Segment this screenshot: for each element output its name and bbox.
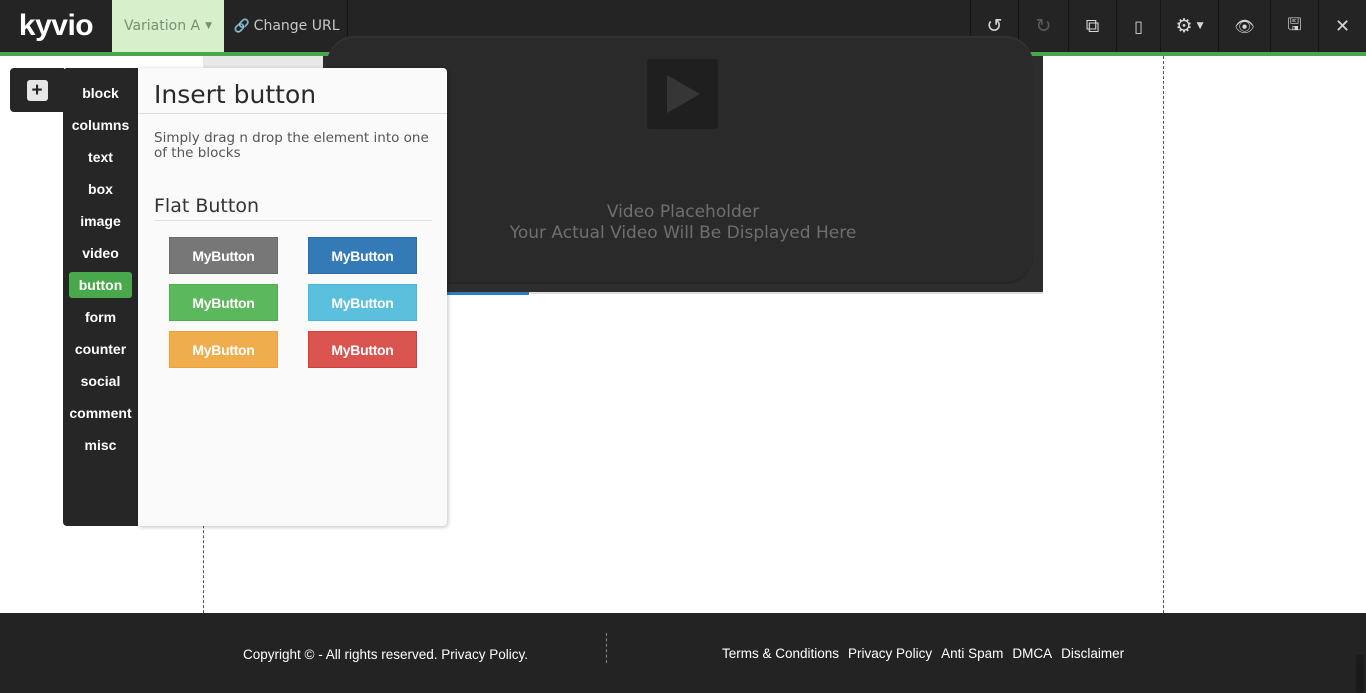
category-label: text bbox=[88, 149, 113, 165]
flat-button-primary[interactable]: MyButton bbox=[308, 237, 417, 274]
caret-down-icon: ▼ bbox=[205, 21, 213, 31]
button-label: MyButton bbox=[192, 341, 255, 358]
category-label: image bbox=[80, 213, 121, 229]
footer-link-privacy[interactable]: Privacy Policy bbox=[848, 646, 932, 661]
kyvio-logo[interactable]: kyvio bbox=[0, 0, 112, 52]
variation-dropdown[interactable]: Variation A ▼ bbox=[112, 0, 224, 52]
flat-button-default[interactable]: MyButton bbox=[169, 237, 278, 274]
category-box[interactable]: box bbox=[69, 176, 132, 202]
category-label: social bbox=[80, 373, 121, 389]
panel-description: Simply drag n drop the element into one … bbox=[154, 130, 429, 161]
category-label: video bbox=[82, 245, 119, 261]
close-icon: ✕ bbox=[1334, 15, 1351, 37]
settings-dropdown[interactable]: ⚙ ▼ bbox=[1160, 0, 1218, 52]
panel-subtitle: Flat Button bbox=[154, 195, 259, 217]
mobile-view-button[interactable]: ▯ bbox=[1116, 0, 1160, 52]
gear-icon: ⚙ bbox=[1175, 15, 1193, 37]
footer-divider bbox=[606, 633, 607, 663]
play-icon bbox=[647, 59, 718, 129]
category-comment[interactable]: comment bbox=[69, 400, 132, 426]
insert-button-panel: Insert button Simply drag n drop the ele… bbox=[138, 68, 447, 526]
block-strip bbox=[203, 56, 323, 68]
change-url-label: Change URL bbox=[253, 18, 340, 34]
category-counter[interactable]: counter bbox=[69, 336, 132, 362]
flat-button-danger[interactable]: MyButton bbox=[308, 331, 417, 368]
button-label: MyButton bbox=[331, 341, 394, 358]
close-editor-button[interactable]: ✕ bbox=[1318, 0, 1366, 52]
category-text[interactable]: text bbox=[69, 144, 132, 170]
scrollbar-thumb[interactable] bbox=[1356, 655, 1364, 693]
preview-button[interactable]: 👁 bbox=[1218, 0, 1270, 52]
panel-divider bbox=[138, 113, 447, 114]
category-label: form bbox=[84, 309, 117, 325]
plus-square-icon: + bbox=[26, 79, 48, 101]
category-form[interactable]: form bbox=[69, 304, 132, 330]
category-block[interactable]: block bbox=[69, 80, 132, 106]
video-progress-bar bbox=[447, 292, 529, 295]
panel-title: Insert button bbox=[154, 80, 317, 109]
button-label: MyButton bbox=[192, 294, 255, 311]
category-label: block bbox=[82, 85, 119, 101]
category-columns[interactable]: columns bbox=[69, 112, 132, 138]
category-button[interactable]: button bbox=[69, 272, 132, 298]
save-icon: 🖫 bbox=[1287, 14, 1302, 35]
panel-subdivider bbox=[154, 220, 432, 221]
flat-button-info[interactable]: MyButton bbox=[308, 284, 417, 321]
category-label: comment bbox=[69, 405, 132, 421]
category-label: box bbox=[88, 181, 113, 197]
category-label: button bbox=[78, 277, 123, 293]
category-image[interactable]: image bbox=[69, 208, 132, 234]
button-label: MyButton bbox=[192, 247, 255, 264]
redo-icon: ↻ bbox=[1035, 15, 1052, 37]
mobile-icon: ▯ bbox=[1134, 16, 1143, 36]
caret-down-icon: ▼ bbox=[1196, 21, 1204, 31]
footer-link-antispam[interactable]: Anti Spam bbox=[941, 646, 1003, 661]
change-url-button[interactable]: 🔗 Change URL bbox=[226, 0, 348, 52]
eye-icon: 👁 bbox=[1234, 16, 1255, 36]
link-icon: 🔗 bbox=[233, 18, 250, 34]
footer-link-dmca[interactable]: DMCA bbox=[1012, 646, 1052, 661]
button-label: MyButton bbox=[331, 247, 394, 264]
category-label: counter bbox=[74, 341, 127, 357]
logo-text: kyvio bbox=[18, 9, 94, 42]
category-social[interactable]: social bbox=[69, 368, 132, 394]
duplicate-icon: ⧉ bbox=[1085, 15, 1100, 37]
category-label: columns bbox=[71, 117, 130, 133]
page-footer: Copyright © - All rights reserved. Priva… bbox=[0, 613, 1366, 693]
flat-button-warning[interactable]: MyButton bbox=[169, 331, 278, 368]
footer-links: Terms & Conditions Privacy Policy Anti S… bbox=[722, 646, 1124, 661]
footer-link-disclaimer[interactable]: Disclaimer bbox=[1061, 646, 1124, 661]
save-button[interactable]: 🖫 bbox=[1270, 0, 1318, 52]
footer-copyright: Copyright © - All rights reserved. Priva… bbox=[243, 647, 529, 662]
undo-icon: ↺ bbox=[986, 15, 1003, 37]
element-category-sidebar: block columns text box image video butto… bbox=[63, 68, 138, 526]
button-label: MyButton bbox=[331, 294, 394, 311]
add-element-toggle[interactable]: + bbox=[10, 68, 64, 112]
category-label: misc bbox=[84, 437, 117, 453]
footer-link-terms[interactable]: Terms & Conditions bbox=[722, 646, 839, 661]
duplicate-button[interactable]: ⧉ bbox=[1068, 0, 1116, 52]
content-guide-right bbox=[1163, 56, 1164, 693]
variation-label: Variation A bbox=[123, 18, 201, 34]
flat-button-success[interactable]: MyButton bbox=[169, 284, 278, 321]
video-bottom-rule bbox=[529, 292, 1043, 294]
category-misc[interactable]: misc bbox=[69, 432, 132, 458]
category-video[interactable]: video bbox=[69, 240, 132, 266]
